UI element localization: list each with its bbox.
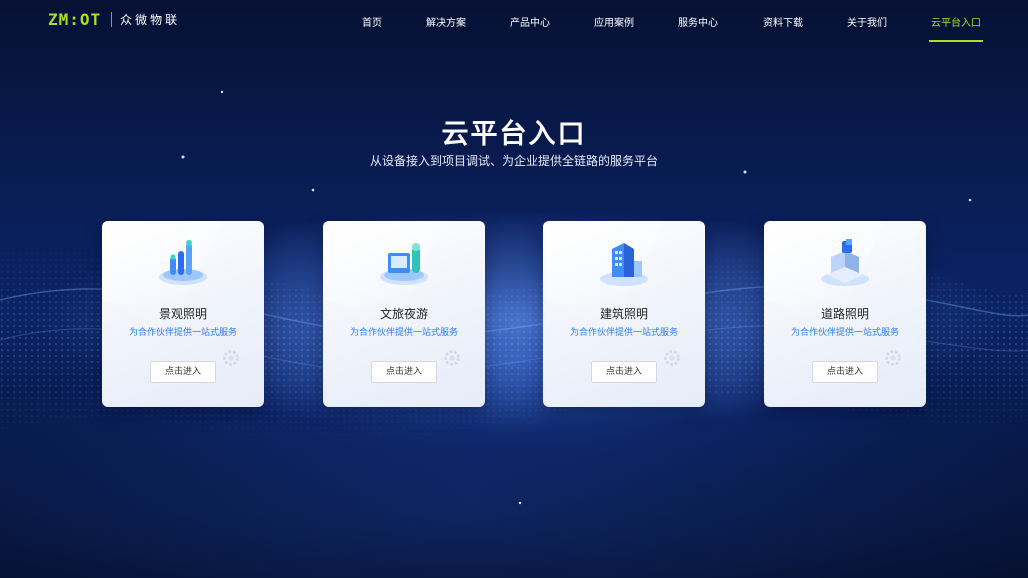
card-title: 道路照明 [820, 307, 869, 321]
card-title: 景观照明 [158, 307, 207, 321]
nav-active-indicator [929, 40, 983, 42]
page-subtitle: 从设备接入到项目调试、为企业提供全链路的服务平台 [369, 154, 658, 168]
gear-icon [444, 350, 460, 366]
gear-icon [223, 350, 239, 366]
nav-item-solutions[interactable]: 解决方案 [426, 14, 466, 29]
card-description: 为合作伙伴提供一站式服务 [128, 328, 237, 338]
main-nav: 首页 解决方案 产品中心 应用案例 服务中心 资料下载 关于我们 云平台入口 [0, 0, 1028, 44]
nav-item-downloads[interactable]: 资料下载 [763, 14, 803, 29]
card-road-lighting[interactable]: 道路照明 为合作伙伴提供一站式服务 点击进入 [764, 221, 926, 407]
card-building-lighting[interactable]: 建筑照明 为合作伙伴提供一站式服务 点击进入 [543, 221, 705, 407]
page-title: 云平台入口 [441, 119, 587, 150]
card-title: 建筑照明 [599, 307, 648, 321]
gear-icon [664, 350, 680, 366]
nav-item-products[interactable]: 产品中心 [510, 14, 550, 29]
card-title: 文旅夜游 [379, 307, 428, 321]
enter-button[interactable]: 点击进入 [812, 361, 878, 383]
card-description: 为合作伙伴提供一站式服务 [569, 328, 678, 338]
card-description: 为合作伙伴提供一站式服务 [349, 328, 458, 338]
nav-item-cases[interactable]: 应用案例 [594, 14, 634, 29]
card-landscape-lighting[interactable]: 景观照明 为合作伙伴提供一站式服务 点击进入 [102, 221, 264, 407]
landscape-lighting-icon [159, 240, 207, 285]
top-header: ZM:OT 众微物联 首页 解决方案 产品中心 应用案例 服务中心 资料下载 关… [0, 0, 1028, 44]
card-cultural-tourism[interactable]: 文旅夜游 为合作伙伴提供一站式服务 点击进入 [323, 221, 485, 407]
road-lighting-icon [821, 239, 869, 286]
cultural-tourism-icon [380, 243, 428, 285]
nav-item-home[interactable]: 首页 [362, 14, 382, 29]
enter-button[interactable]: 点击进入 [371, 361, 437, 383]
enter-button[interactable]: 点击进入 [150, 361, 216, 383]
card-description: 为合作伙伴提供一站式服务 [790, 328, 899, 338]
nav-item-service[interactable]: 服务中心 [678, 14, 718, 29]
nav-item-cloud-platform[interactable]: 云平台入口 [931, 14, 981, 29]
gear-icon [885, 350, 901, 366]
building-lighting-icon [600, 243, 648, 286]
nav-item-about[interactable]: 关于我们 [847, 14, 887, 29]
enter-button[interactable]: 点击进入 [591, 361, 657, 383]
